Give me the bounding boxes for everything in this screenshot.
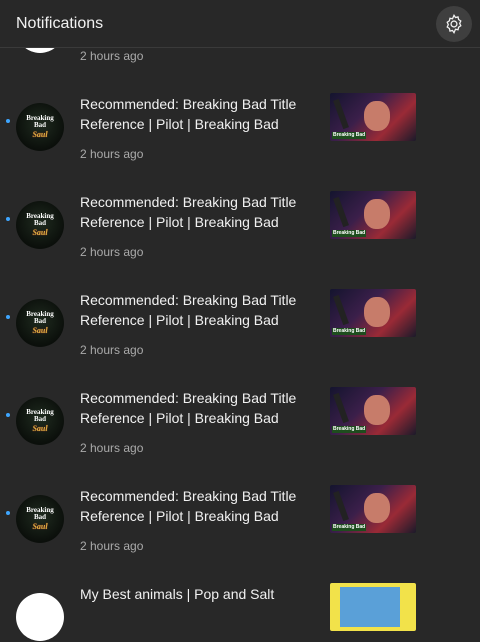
thumbnail-face-shape	[364, 101, 390, 131]
avatar-logo-line: Bad	[33, 121, 47, 129]
avatar-logo-saul: Saul	[32, 228, 48, 237]
avatar-logo-line: Bad	[33, 513, 47, 521]
channel-avatar[interactable]	[16, 593, 64, 641]
avatar-logo-saul: Saul	[32, 522, 48, 531]
avatar-logo-text: Breaking Bad	[26, 115, 54, 129]
thumbnail-face-shape	[364, 297, 390, 327]
thumbnail-mic-shape	[333, 294, 349, 326]
avatar-logo-text: Breaking Bad	[26, 311, 54, 325]
settings-button[interactable]	[436, 6, 472, 42]
avatar-logo-saul: Saul	[32, 130, 48, 139]
avatar-logo-saul: Saul	[32, 326, 48, 335]
video-thumbnail[interactable]	[330, 583, 416, 631]
thumbnail-image	[340, 587, 400, 627]
thumbnail-face-shape	[364, 493, 390, 523]
thumbnail-mic-shape	[333, 490, 349, 522]
channel-avatar[interactable]: Breaking Bad Saul	[16, 495, 64, 543]
page-title: Notifications	[16, 15, 104, 32]
notification-title[interactable]: My Best animals | Pop and Salt	[80, 584, 305, 604]
avatar-logo-text: Breaking Bad	[26, 507, 54, 521]
channel-avatar[interactable]: Breaking Bad Saul	[16, 397, 64, 445]
notification-item[interactable]: Breaking Bad Saul Recommended: Breaking Bad…	[0, 48, 480, 161]
unread-dot	[6, 119, 10, 123]
unread-dot	[6, 315, 10, 319]
unread-dot	[6, 511, 10, 515]
notification-item[interactable]: Breaking Bad Saul Recommended: Breaking Bad…	[0, 440, 480, 553]
avatar-logo-text: Breaking Bad	[26, 409, 54, 423]
unread-dot	[6, 217, 10, 221]
thumbnail-logo: Breaking Bad	[332, 524, 367, 531]
notification-list: Counterfeited Anyway | Tales From the Bo…	[0, 0, 480, 641]
avatar-logo-line: Bad	[33, 219, 47, 227]
notification-item[interactable]: My Best animals | Pop and Salt	[0, 538, 480, 641]
avatar-logo-text: Breaking Bad	[26, 213, 54, 227]
avatar-logo-saul: Saul	[32, 424, 48, 433]
video-thumbnail[interactable]: Breaking Bad	[330, 93, 416, 141]
thumbnail-mic-shape	[333, 98, 349, 130]
notification-title[interactable]: Recommended: Breaking Bad Title Referenc…	[80, 290, 305, 330]
video-thumbnail[interactable]: Breaking Bad	[330, 485, 416, 533]
channel-avatar[interactable]: Breaking Bad Saul	[16, 103, 64, 151]
avatar-logo-line: Bad	[33, 317, 47, 325]
notification-item[interactable]: Breaking Bad Saul Recommended: Breaking Bad…	[0, 146, 480, 259]
notifications-header: Notifications	[0, 0, 480, 48]
thumbnail-logo: Breaking Bad	[332, 328, 367, 335]
thumbnail-logo: Breaking Bad	[332, 132, 367, 139]
thumbnail-mic-shape	[333, 196, 349, 228]
thumbnail-logo: Breaking Bad	[332, 230, 367, 237]
notification-title[interactable]: Recommended: Breaking Bad Title Referenc…	[80, 94, 305, 134]
video-thumbnail[interactable]: Breaking Bad	[330, 289, 416, 337]
video-thumbnail[interactable]: Breaking Bad	[330, 191, 416, 239]
channel-avatar[interactable]: Breaking Bad Saul	[16, 299, 64, 347]
avatar-logo-line: Bad	[33, 415, 47, 423]
thumbnail-face-shape	[364, 199, 390, 229]
notification-title[interactable]: Recommended: Breaking Bad Title Referenc…	[80, 192, 305, 232]
thumbnail-logo: Breaking Bad	[332, 426, 367, 433]
notification-title[interactable]: Recommended: Breaking Bad Title Referenc…	[80, 388, 305, 428]
notification-title[interactable]: Recommended: Breaking Bad Title Referenc…	[80, 486, 305, 526]
thumbnail-mic-shape	[333, 392, 349, 424]
unread-dot	[6, 413, 10, 417]
channel-avatar[interactable]: Breaking Bad Saul	[16, 201, 64, 249]
notification-item[interactable]: Breaking Bad Saul Recommended: Breaking Bad…	[0, 244, 480, 357]
notification-item[interactable]: Breaking Bad Saul Recommended: Breaking Bad…	[0, 342, 480, 455]
thumbnail-face-shape	[364, 395, 390, 425]
gear-icon	[446, 13, 462, 35]
video-thumbnail[interactable]: Breaking Bad	[330, 387, 416, 435]
